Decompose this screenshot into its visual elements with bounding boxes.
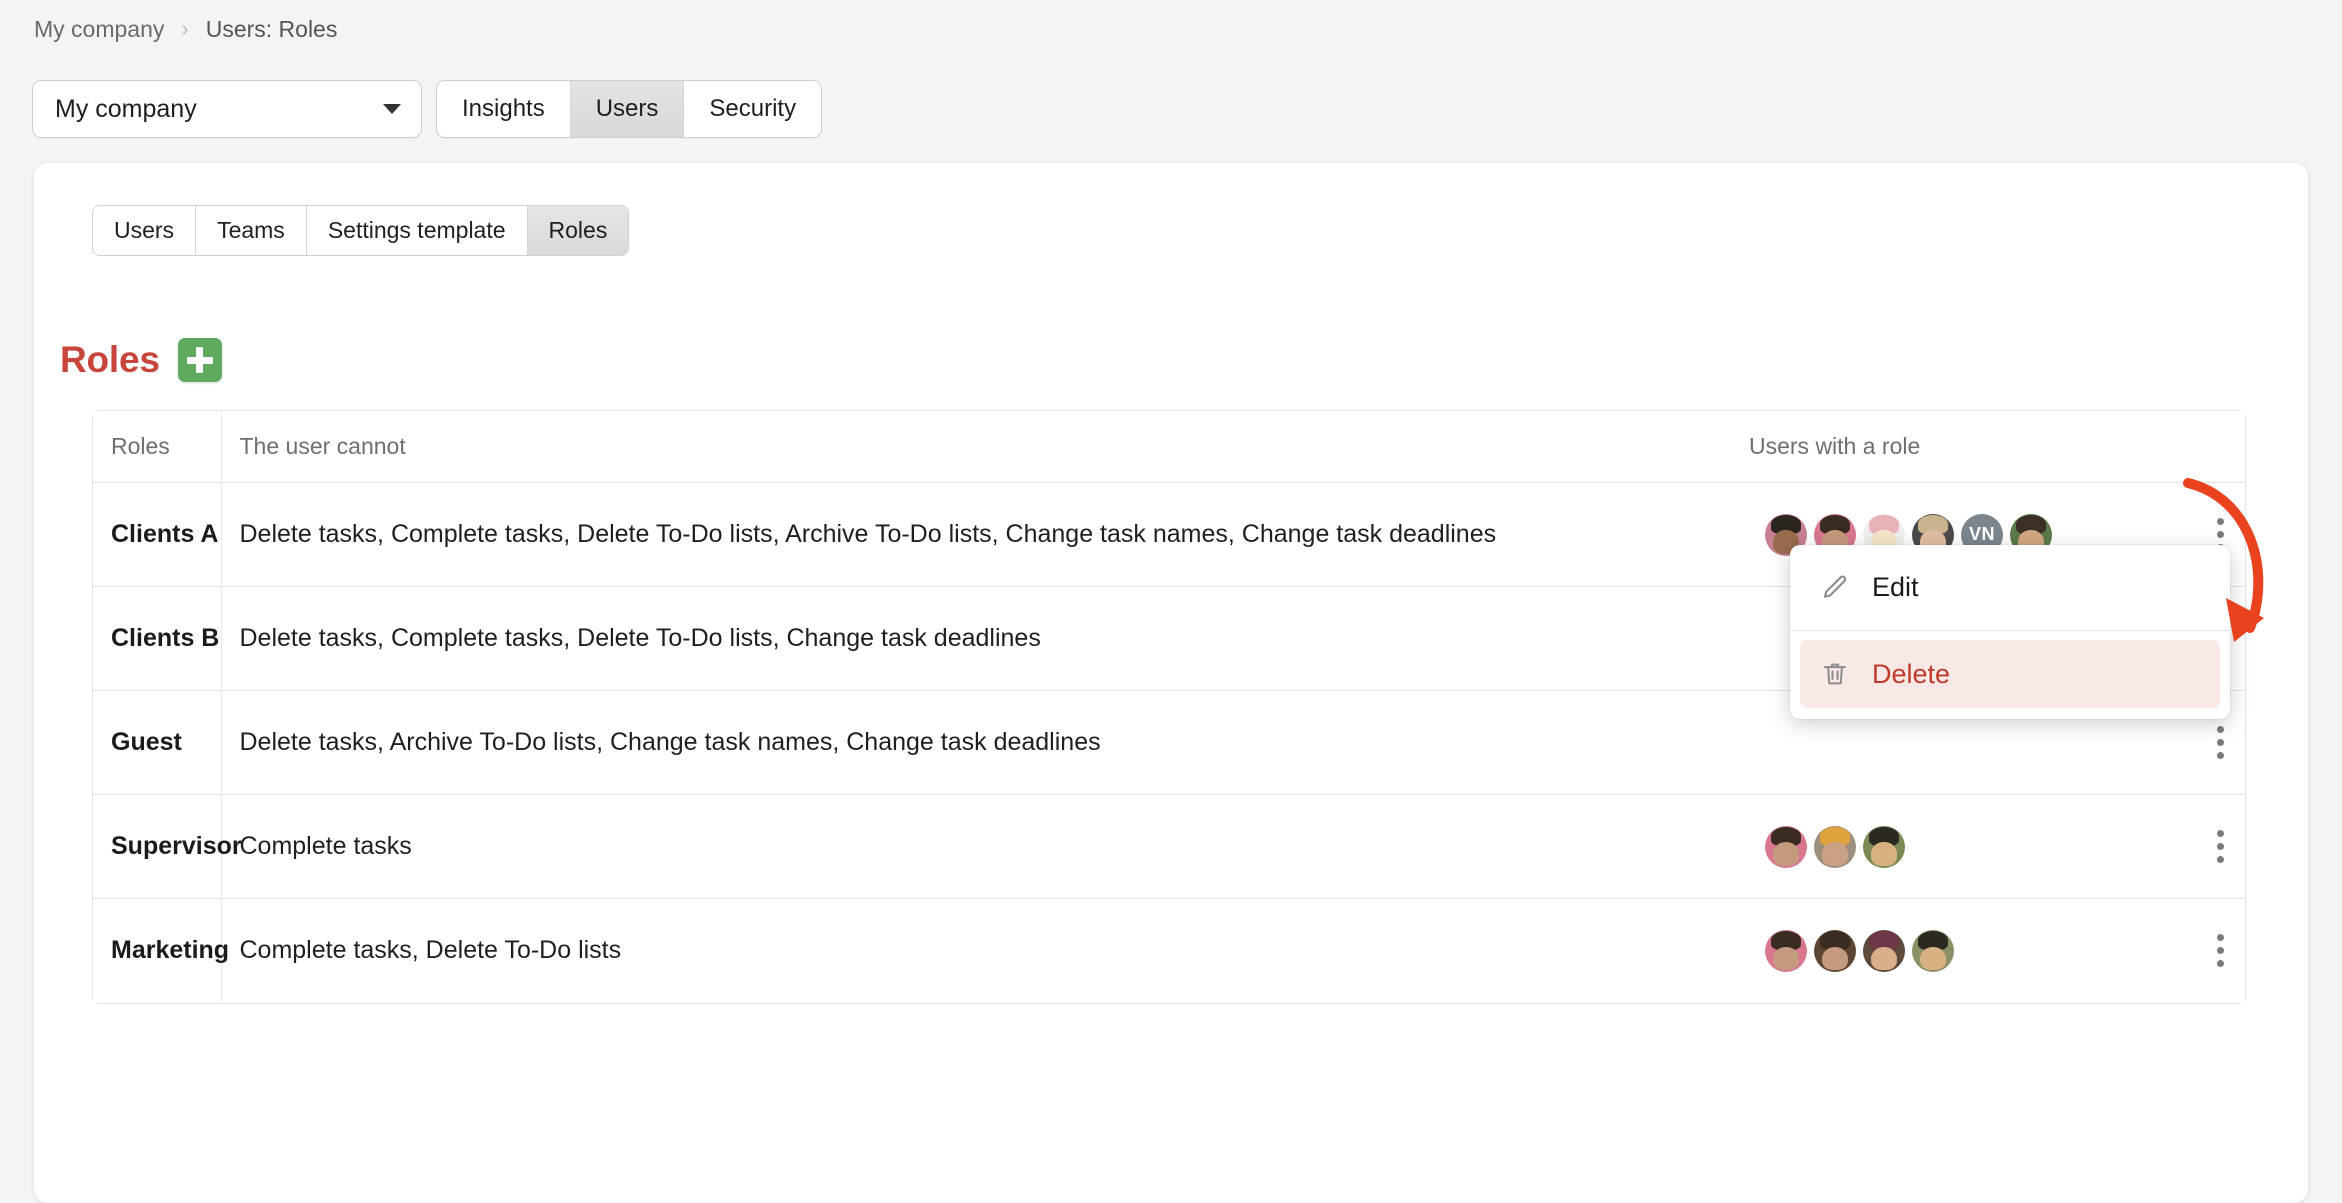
breadcrumb-item-current[interactable]: Users: Roles [206,16,338,43]
menu-item-delete[interactable]: Delete [1800,640,2220,708]
role-restrictions: Delete tasks, Complete tasks, Delete To-… [221,482,1639,587]
avatar[interactable] [1863,825,1905,868]
menu-item-edit-label: Edit [1872,572,1919,602]
role-name: Guest [93,690,222,795]
pencil-icon [1823,575,1847,598]
role-name: Supervisor [93,794,242,899]
roles-section-header: Roles [60,338,222,382]
company-select-value: My company [55,94,197,123]
subtab-roles[interactable]: Roles [527,206,629,255]
tab-insights[interactable]: Insights [437,81,571,137]
add-role-button[interactable] [177,338,222,382]
breadcrumb-item-company[interactable]: My company [34,16,164,43]
trash-icon [1824,663,1846,685]
role-restrictions: Complete tasks, Delete To-Do lists [221,898,1639,1003]
column-header-cannot: The user cannot [221,411,1639,483]
role-name: Clients B [93,586,222,691]
subtab-users[interactable]: Users [93,206,197,255]
avatar-group [1657,825,2159,868]
subtab-settings-template[interactable]: Settings template [306,206,528,255]
avatar[interactable] [1765,929,1807,972]
kebab-menu-icon[interactable] [2177,934,2263,968]
avatar[interactable] [1863,929,1905,972]
chevron-down-icon [383,104,401,114]
column-header-roles: Roles [93,411,222,483]
subtab-teams[interactable]: Teams [196,206,307,255]
role-name: Clients A [93,482,222,587]
avatar[interactable] [1912,929,1954,972]
breadcrumb: My company › Users: Roles [34,16,337,43]
avatar[interactable] [1765,825,1807,868]
company-select[interactable]: My company [32,80,422,138]
column-header-users: Users with a role [1639,411,2159,483]
table-row: Supervisor Complete tasks [93,794,2245,899]
row-context-menu: Edit Delete [1790,545,2230,719]
kebab-menu-icon[interactable] [2177,830,2263,863]
role-restrictions: Delete tasks, Archive To-Do lists, Chang… [221,690,1639,795]
menu-item-edit[interactable]: Edit [1790,545,2230,631]
role-users [1639,898,2159,1003]
role-restrictions: Complete tasks [221,794,1639,899]
table-header-row: Roles The user cannot Users with a role [93,411,2245,483]
tab-security[interactable]: Security [684,81,822,137]
tab-users[interactable]: Users [570,81,685,137]
column-header-actions [2159,411,2245,483]
avatar[interactable] [1814,825,1856,868]
avatar-initials: VN [1968,524,1995,544]
avatar-group [1657,929,2159,972]
row-actions[interactable] [2159,898,2245,1003]
role-restrictions: Delete tasks, Complete tasks, Delete To-… [221,586,1639,691]
menu-item-delete-label: Delete [1872,658,1951,689]
table-row: Marketing Complete tasks, Delete To-Do l… [93,898,2245,1003]
row-actions[interactable] [2159,794,2245,899]
role-name: Marketing [93,898,229,1003]
page-title: Roles [60,339,160,380]
role-users [1639,794,2159,899]
chevron-right-icon: › [181,15,189,41]
kebab-menu-icon[interactable] [2177,726,2263,759]
top-control-bar: My company Insights Users Security [32,80,823,138]
main-section-tabs: Insights Users Security [436,80,823,138]
avatar[interactable] [1814,929,1856,972]
users-subtabs: Users Teams Settings template Roles [92,205,630,256]
